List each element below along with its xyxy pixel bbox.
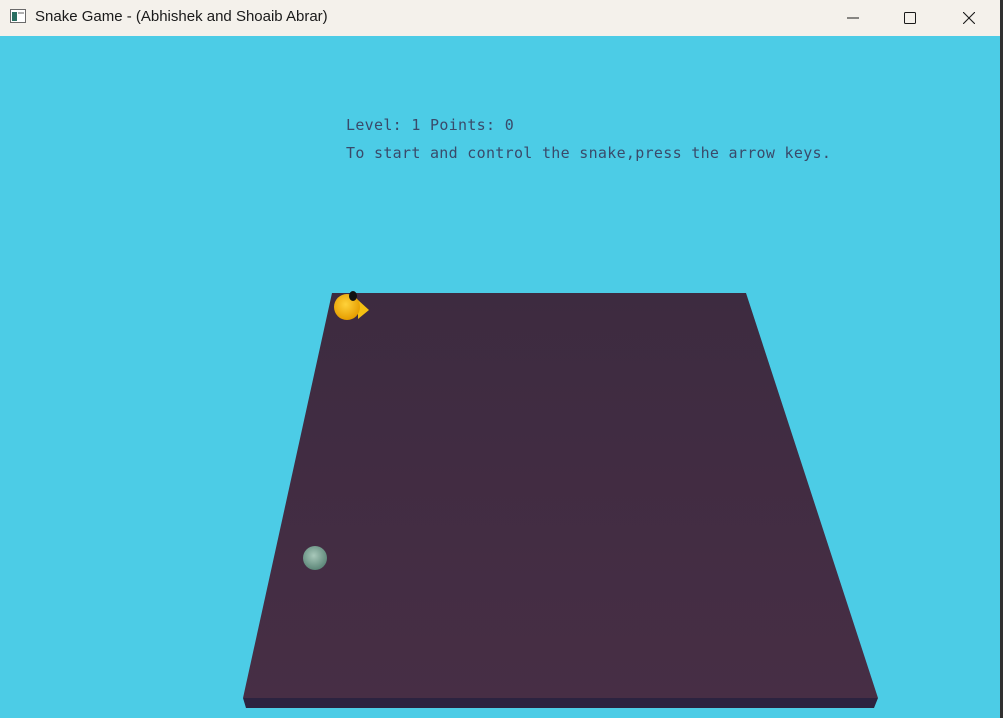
game-window: Snake Game - (Abhishek and Shoaib Abrar) [0,0,1003,718]
minimize-icon [847,17,859,18]
score-display: Level: 1 Points: 0 [346,116,514,134]
close-button[interactable] [940,0,998,35]
instructions-text: To start and control the snake,press the… [346,144,832,162]
level-label: Level: [346,116,402,134]
game-board-edge [243,698,878,708]
maximize-button[interactable] [881,0,939,35]
close-icon [963,11,975,24]
window-title: Snake Game - (Abhishek and Shoaib Abrar) [35,8,328,25]
game-scene [243,291,878,708]
game-board [243,293,878,698]
points-label: Points: [430,116,496,134]
game-viewport[interactable]: Level: 1 Points: 0 To start and control … [0,36,1000,718]
minimize-button[interactable] [824,0,882,35]
food-item [303,546,327,570]
title-bar[interactable]: Snake Game - (Abhishek and Shoaib Abrar) [0,0,1003,36]
level-value: 1 [411,116,421,134]
maximize-icon [904,11,916,24]
points-value: 0 [504,116,515,134]
app-window-icon [10,9,26,23]
